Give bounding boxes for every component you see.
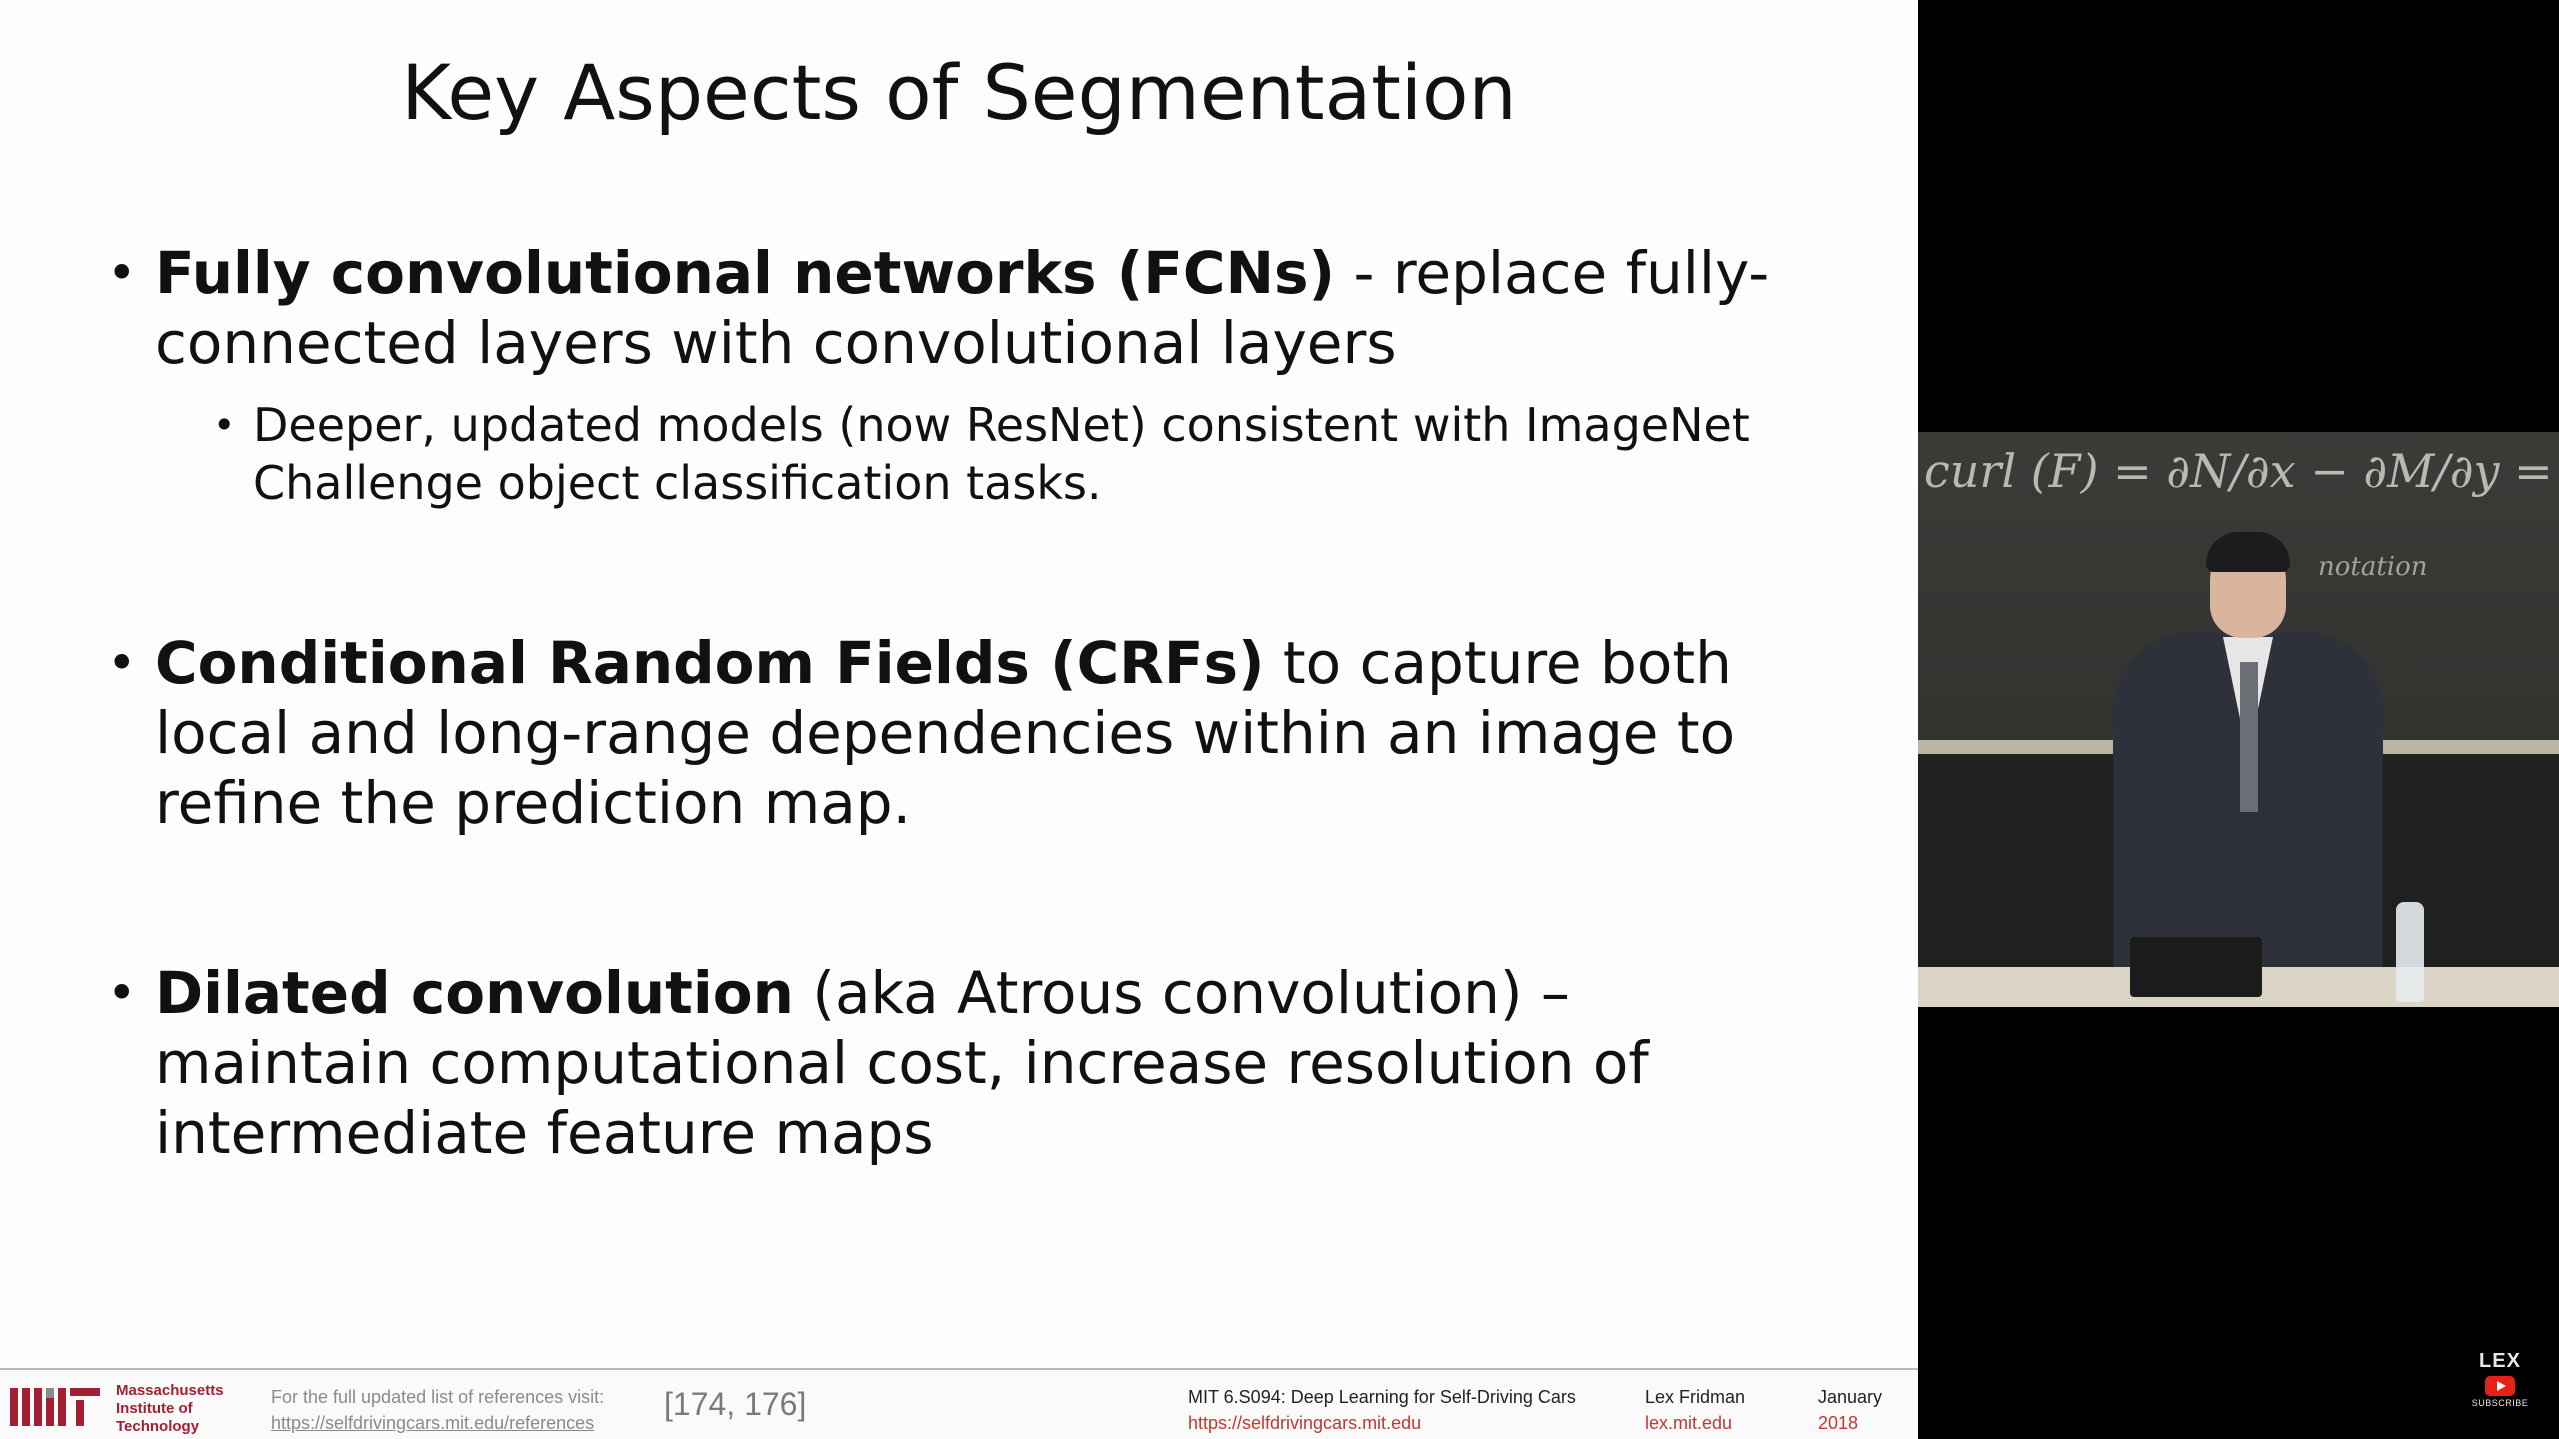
channel-name: LEX [2479,1350,2521,1372]
water-bottle [2396,902,2424,1002]
sub-bullet-resnet: • Deeper, updated models (now ResNet) co… [213,396,1753,512]
reference-numbers: [174, 176] [664,1386,807,1422]
references-link[interactable]: https://selfdrivingcars.mit.edu/referenc… [271,1410,604,1436]
bullet-dot: • [107,634,137,692]
references-label: For the full updated list of references … [271,1387,605,1407]
lecturer-video: curl (F) = ∂N/∂x − ∂M/∂y = k̂·(∇×F) nota… [1918,432,2559,1007]
lecturer-hair [2206,532,2290,572]
course-title: MIT 6.S094: Deep Learning for Self-Drivi… [1188,1387,1576,1407]
references-note: For the full updated list of references … [271,1384,604,1436]
bullet-dot: • [107,964,137,1022]
mit-logo [10,1388,100,1426]
lecturer-tie [2240,662,2258,812]
slide-title: Key Aspects of Segmentation [401,48,1517,137]
author-info: Lex Fridman lex.mit.edu [1645,1384,1745,1436]
mit-name: Massachusetts Institute of Technology [116,1382,224,1435]
laptop [2130,937,2262,997]
author-name: Lex Fridman [1645,1387,1746,1407]
bullet-dilated: • Dilated convolution (aka Atrous convol… [107,958,1835,1168]
subscribe-label: SUBSCRIBE [2471,1398,2529,1408]
bullet-dilated-bold: Dilated convolution [155,959,794,1027]
author-link[interactable]: lex.mit.edu [1645,1410,1745,1436]
date-year: 2018 [1818,1413,1859,1433]
chalkboard-note: notation [2318,552,2428,582]
course-link[interactable]: https://selfdrivingcars.mit.edu [1188,1410,1576,1436]
course-info: MIT 6.S094: Deep Learning for Self-Drivi… [1188,1384,1576,1436]
bullet-dot: • [107,244,137,302]
slide-footer: Massachusetts Institute of Technology Fo… [0,1368,1918,1439]
lecture-date: January 2018 [1818,1384,1882,1436]
chalkboard-equation: curl (F) = ∂N/∂x − ∂M/∂y = k̂·(∇×F) [1924,444,2559,498]
bullet-crf-bold: Conditional Random Fields (CRFs) [155,629,1265,697]
bullet-crf: • Conditional Random Fields (CRFs) to ca… [107,628,1835,838]
youtube-icon [2485,1376,2515,1396]
sub-bullet-dot: • [213,403,236,447]
slide: Key Aspects of Segmentation • Fully conv… [0,0,1918,1439]
bullet-fcn-bold: Fully convolutional networks (FCNs) [155,239,1336,307]
sub-bullet-resnet-text: Deeper, updated models (now ResNet) cons… [253,398,1750,510]
bullet-fcn: • Fully convolutional networks (FCNs) - … [107,238,1835,378]
channel-watermark[interactable]: LEX SUBSCRIBE [2470,1350,2530,1408]
date-month: January [1818,1387,1883,1407]
